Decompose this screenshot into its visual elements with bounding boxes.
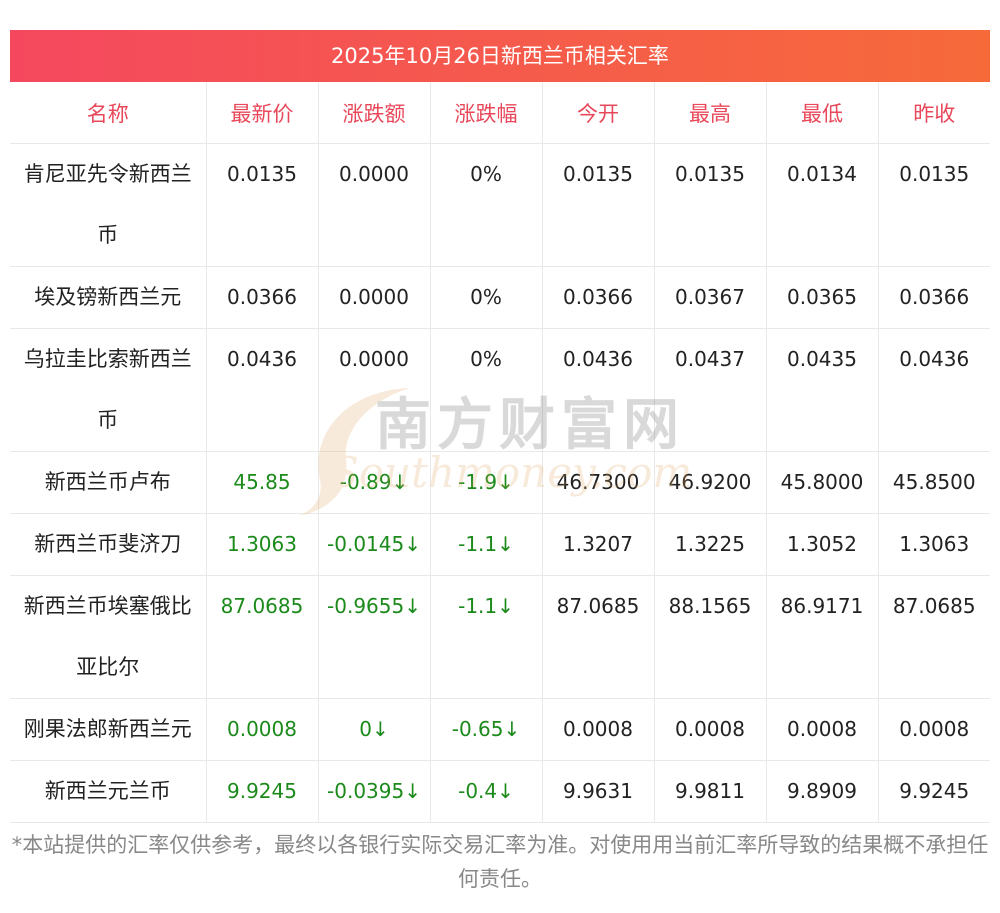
change-pct-cell: -1.1↓	[430, 513, 543, 576]
latest-cell: 87.0685	[206, 575, 319, 699]
change-cell: 0.0000	[318, 266, 431, 329]
prev-close-cell: 0.0436	[878, 328, 990, 452]
prev-close-cell: 87.0685	[878, 575, 990, 699]
currency-pair-name: 乌拉圭比索新西兰币	[10, 328, 207, 452]
open-cell: 1.3207	[542, 513, 655, 576]
column-header-high: 最高	[654, 82, 767, 144]
table-row: 埃及镑新西兰元 0.0366 0.0000 0% 0.0366 0.0367 0.0365 0…	[10, 266, 990, 329]
currency-pair-name: 新西兰币埃塞俄比亚比尔	[10, 575, 207, 699]
low-cell: 86.9171	[766, 575, 879, 699]
prev-close-cell: 9.9245	[878, 760, 990, 823]
low-cell: 1.3052	[766, 513, 879, 576]
open-cell: 46.7300	[542, 451, 655, 514]
table-row: 肯尼亚先令新西兰币 0.0135 0.0000 0% 0.0135 0.0135 0.013…	[10, 143, 990, 267]
change-cell: -0.9655↓	[318, 575, 431, 699]
prev-close-cell: 0.0008	[878, 698, 990, 761]
table-header-row: 名称 最新价 涨跌额 涨跌幅 今开 最高 最低 昨收	[10, 82, 990, 144]
column-header-open: 今开	[542, 82, 655, 144]
table-row: 乌拉圭比索新西兰币 0.0436 0.0000 0% 0.0436 0.0437 0.043…	[10, 328, 990, 452]
table-row: 新西兰币埃塞俄比亚比尔 87.0685 -0.9655↓ -1.1↓ 87.0685 88…	[10, 575, 990, 699]
disclaimer-footer: *本站提供的汇率仅供参考，最终以各银行实际交易汇率为准。对使用用当前汇率所导致的…	[11, 833, 989, 891]
low-cell: 9.8909	[766, 760, 879, 823]
change-cell: 0↓	[318, 698, 431, 761]
currency-pair-name: 肯尼亚先令新西兰币	[10, 143, 207, 267]
table-title: 2025年10月26日新西兰币相关汇率	[10, 30, 990, 82]
latest-cell: 0.0135	[206, 143, 319, 267]
change-cell: 0.0000	[318, 328, 431, 452]
currency-pair-name: 新西兰币卢布	[10, 451, 207, 514]
prev-close-cell: 1.3063	[878, 513, 990, 576]
change-pct-cell: -1.9↓	[430, 451, 543, 514]
open-cell: 0.0135	[542, 143, 655, 267]
table-row: 新西兰币斐济刀 1.3063 -0.0145↓ -1.1↓ 1.3207 1.3225 1.…	[10, 513, 990, 576]
high-cell: 46.9200	[654, 451, 767, 514]
change-pct-cell: 0%	[430, 143, 543, 267]
high-cell: 0.0367	[654, 266, 767, 329]
change-cell: -0.89↓	[318, 451, 431, 514]
low-cell: 0.0365	[766, 266, 879, 329]
column-header-prev-close: 昨收	[878, 82, 990, 144]
latest-cell: 1.3063	[206, 513, 319, 576]
open-cell: 87.0685	[542, 575, 655, 699]
change-cell: -0.0145↓	[318, 513, 431, 576]
change-pct-cell: 0%	[430, 266, 543, 329]
low-cell: 0.0435	[766, 328, 879, 452]
prev-close-cell: 0.0135	[878, 143, 990, 267]
table-row: 新西兰币卢布 45.85 -0.89↓ -1.9↓ 46.7300 46.9200 45.8…	[10, 451, 990, 514]
column-header-change: 涨跌额	[318, 82, 431, 144]
change-cell: -0.0395↓	[318, 760, 431, 823]
open-cell: 9.9631	[542, 760, 655, 823]
high-cell: 88.1565	[654, 575, 767, 699]
change-pct-cell: 0%	[430, 328, 543, 452]
currency-pair-name: 新西兰币斐济刀	[10, 513, 207, 576]
change-pct-cell: -0.4↓	[430, 760, 543, 823]
change-cell: 0.0000	[318, 143, 431, 267]
high-cell: 0.0135	[654, 143, 767, 267]
low-cell: 45.8000	[766, 451, 879, 514]
change-pct-cell: -0.65↓	[430, 698, 543, 761]
high-cell: 9.9811	[654, 760, 767, 823]
latest-cell: 9.9245	[206, 760, 319, 823]
column-header-latest: 最新价	[206, 82, 319, 144]
low-cell: 0.0008	[766, 698, 879, 761]
table-body: 肯尼亚先令新西兰币 0.0135 0.0000 0% 0.0135 0.0135 0.013…	[10, 143, 990, 823]
column-header-low: 最低	[766, 82, 879, 144]
open-cell: 0.0436	[542, 328, 655, 452]
currency-pair-name: 埃及镑新西兰元	[10, 266, 207, 329]
latest-cell: 0.0436	[206, 328, 319, 452]
currency-pair-name: 刚果法郎新西兰元	[10, 698, 207, 761]
table-row: 新西兰元兰币 9.9245 -0.0395↓ -0.4↓ 9.9631 9.9811 9.8…	[10, 760, 990, 823]
column-header-change-pct: 涨跌幅	[430, 82, 543, 144]
prev-close-cell: 45.8500	[878, 451, 990, 514]
low-cell: 0.0134	[766, 143, 879, 267]
open-cell: 0.0366	[542, 266, 655, 329]
prev-close-cell: 0.0366	[878, 266, 990, 329]
latest-cell: 0.0008	[206, 698, 319, 761]
high-cell: 0.0008	[654, 698, 767, 761]
currency-pair-name: 新西兰元兰币	[10, 760, 207, 823]
open-cell: 0.0008	[542, 698, 655, 761]
page: 2025年10月26日新西兰币相关汇率 名称 最新价 涨跌额 涨跌幅 今开 最高…	[0, 0, 1000, 913]
high-cell: 0.0437	[654, 328, 767, 452]
high-cell: 1.3225	[654, 513, 767, 576]
table-row: 刚果法郎新西兰元 0.0008 0↓ -0.65↓ 0.0008 0.0008 0.0008…	[10, 698, 990, 761]
latest-cell: 0.0366	[206, 266, 319, 329]
exchange-rate-table: 名称 最新价 涨跌额 涨跌幅 今开 最高 最低 昨收 肯尼亚先令新西兰币 0.01…	[10, 82, 990, 823]
change-pct-cell: -1.1↓	[430, 575, 543, 699]
column-header-name: 名称	[10, 82, 207, 144]
latest-cell: 45.85	[206, 451, 319, 514]
